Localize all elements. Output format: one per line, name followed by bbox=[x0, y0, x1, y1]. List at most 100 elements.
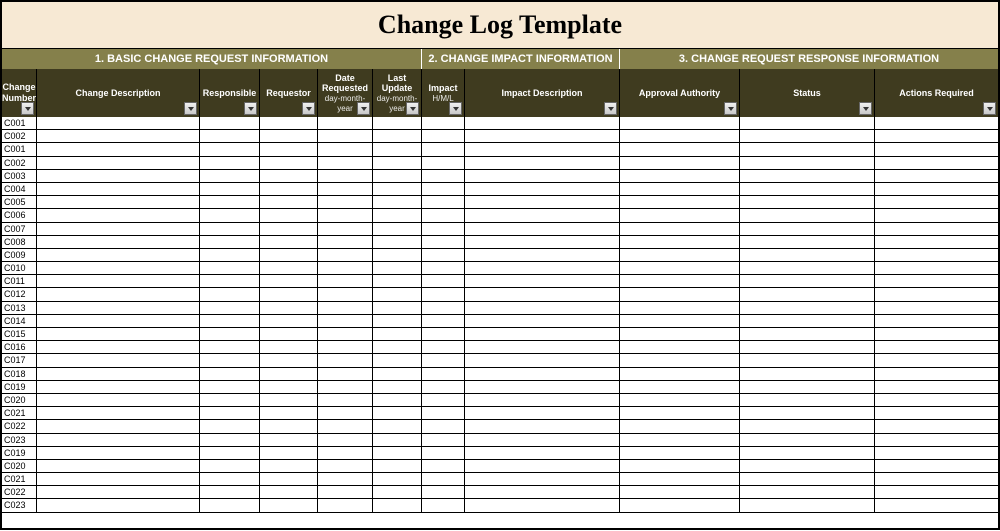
table-cell[interactable] bbox=[318, 117, 373, 129]
table-cell[interactable] bbox=[200, 170, 260, 182]
table-row[interactable]: C019 bbox=[2, 447, 998, 460]
table-cell[interactable] bbox=[465, 394, 620, 406]
table-cell[interactable]: C015 bbox=[2, 328, 37, 340]
table-cell[interactable] bbox=[373, 486, 422, 498]
filter-dropdown-icon[interactable] bbox=[21, 102, 34, 115]
table-cell[interactable] bbox=[373, 143, 422, 155]
table-cell[interactable] bbox=[37, 407, 200, 419]
table-row[interactable]: C004 bbox=[2, 183, 998, 196]
col-actions-required[interactable]: Actions Required bbox=[875, 69, 998, 117]
table-cell[interactable] bbox=[740, 354, 875, 366]
table-cell[interactable] bbox=[37, 394, 200, 406]
table-cell[interactable] bbox=[875, 223, 998, 235]
table-cell[interactable]: C022 bbox=[2, 486, 37, 498]
table-cell[interactable] bbox=[373, 275, 422, 287]
table-cell[interactable] bbox=[465, 407, 620, 419]
table-cell[interactable] bbox=[465, 143, 620, 155]
table-cell[interactable] bbox=[740, 209, 875, 221]
table-row[interactable]: C002 bbox=[2, 157, 998, 170]
table-cell[interactable] bbox=[373, 473, 422, 485]
table-cell[interactable] bbox=[318, 302, 373, 314]
table-cell[interactable] bbox=[318, 223, 373, 235]
table-cell[interactable] bbox=[200, 209, 260, 221]
table-cell[interactable] bbox=[422, 315, 465, 327]
filter-dropdown-icon[interactable] bbox=[449, 102, 462, 115]
table-cell[interactable] bbox=[37, 209, 200, 221]
table-cell[interactable] bbox=[875, 407, 998, 419]
table-cell[interactable] bbox=[260, 196, 318, 208]
table-cell[interactable] bbox=[37, 328, 200, 340]
table-cell[interactable] bbox=[318, 354, 373, 366]
table-cell[interactable] bbox=[260, 499, 318, 511]
table-cell[interactable] bbox=[318, 275, 373, 287]
table-cell[interactable] bbox=[740, 236, 875, 248]
table-cell[interactable] bbox=[875, 473, 998, 485]
table-cell[interactable] bbox=[875, 315, 998, 327]
table-cell[interactable] bbox=[465, 486, 620, 498]
table-cell[interactable] bbox=[260, 209, 318, 221]
table-cell[interactable] bbox=[318, 420, 373, 432]
table-row[interactable]: C007 bbox=[2, 223, 998, 236]
table-cell[interactable] bbox=[740, 223, 875, 235]
table-cell[interactable] bbox=[620, 288, 740, 300]
table-cell[interactable] bbox=[422, 143, 465, 155]
table-cell[interactable] bbox=[373, 420, 422, 432]
table-cell[interactable]: C021 bbox=[2, 407, 37, 419]
table-cell[interactable] bbox=[200, 157, 260, 169]
table-cell[interactable] bbox=[465, 460, 620, 472]
table-cell[interactable] bbox=[875, 157, 998, 169]
table-cell[interactable] bbox=[318, 394, 373, 406]
table-cell[interactable] bbox=[260, 420, 318, 432]
filter-dropdown-icon[interactable] bbox=[859, 102, 872, 115]
table-cell[interactable]: C014 bbox=[2, 315, 37, 327]
table-cell[interactable] bbox=[875, 341, 998, 353]
table-cell[interactable] bbox=[875, 249, 998, 261]
table-cell[interactable] bbox=[373, 236, 422, 248]
table-cell[interactable] bbox=[465, 315, 620, 327]
table-cell[interactable] bbox=[260, 275, 318, 287]
table-cell[interactable] bbox=[620, 236, 740, 248]
table-cell[interactable] bbox=[200, 486, 260, 498]
table-cell[interactable] bbox=[373, 354, 422, 366]
table-cell[interactable] bbox=[200, 117, 260, 129]
table-cell[interactable] bbox=[422, 328, 465, 340]
table-cell[interactable] bbox=[740, 394, 875, 406]
table-cell[interactable] bbox=[740, 262, 875, 274]
table-cell[interactable] bbox=[620, 196, 740, 208]
table-cell[interactable] bbox=[620, 420, 740, 432]
table-cell[interactable] bbox=[373, 249, 422, 261]
table-cell[interactable] bbox=[260, 302, 318, 314]
table-cell[interactable] bbox=[373, 407, 422, 419]
table-cell[interactable] bbox=[200, 236, 260, 248]
table-cell[interactable] bbox=[422, 420, 465, 432]
table-cell[interactable] bbox=[620, 209, 740, 221]
table-cell[interactable] bbox=[465, 368, 620, 380]
table-cell[interactable] bbox=[740, 275, 875, 287]
table-cell[interactable] bbox=[875, 275, 998, 287]
table-cell[interactable] bbox=[422, 486, 465, 498]
table-cell[interactable]: C019 bbox=[2, 447, 37, 459]
table-cell[interactable] bbox=[200, 420, 260, 432]
table-cell[interactable] bbox=[373, 368, 422, 380]
table-cell[interactable] bbox=[318, 157, 373, 169]
table-cell[interactable] bbox=[740, 368, 875, 380]
table-cell[interactable] bbox=[422, 236, 465, 248]
table-cell[interactable] bbox=[740, 473, 875, 485]
table-cell[interactable] bbox=[465, 236, 620, 248]
table-cell[interactable] bbox=[260, 262, 318, 274]
table-cell[interactable] bbox=[318, 196, 373, 208]
table-cell[interactable] bbox=[620, 183, 740, 195]
table-cell[interactable] bbox=[740, 288, 875, 300]
table-cell[interactable] bbox=[200, 407, 260, 419]
table-cell[interactable] bbox=[620, 473, 740, 485]
table-cell[interactable] bbox=[37, 196, 200, 208]
table-cell[interactable] bbox=[465, 288, 620, 300]
table-row[interactable]: C021 bbox=[2, 473, 998, 486]
table-cell[interactable] bbox=[465, 157, 620, 169]
table-cell[interactable] bbox=[318, 262, 373, 274]
table-row[interactable]: C009 bbox=[2, 249, 998, 262]
table-cell[interactable] bbox=[740, 420, 875, 432]
table-cell[interactable] bbox=[373, 157, 422, 169]
table-cell[interactable] bbox=[318, 328, 373, 340]
table-cell[interactable]: C018 bbox=[2, 368, 37, 380]
